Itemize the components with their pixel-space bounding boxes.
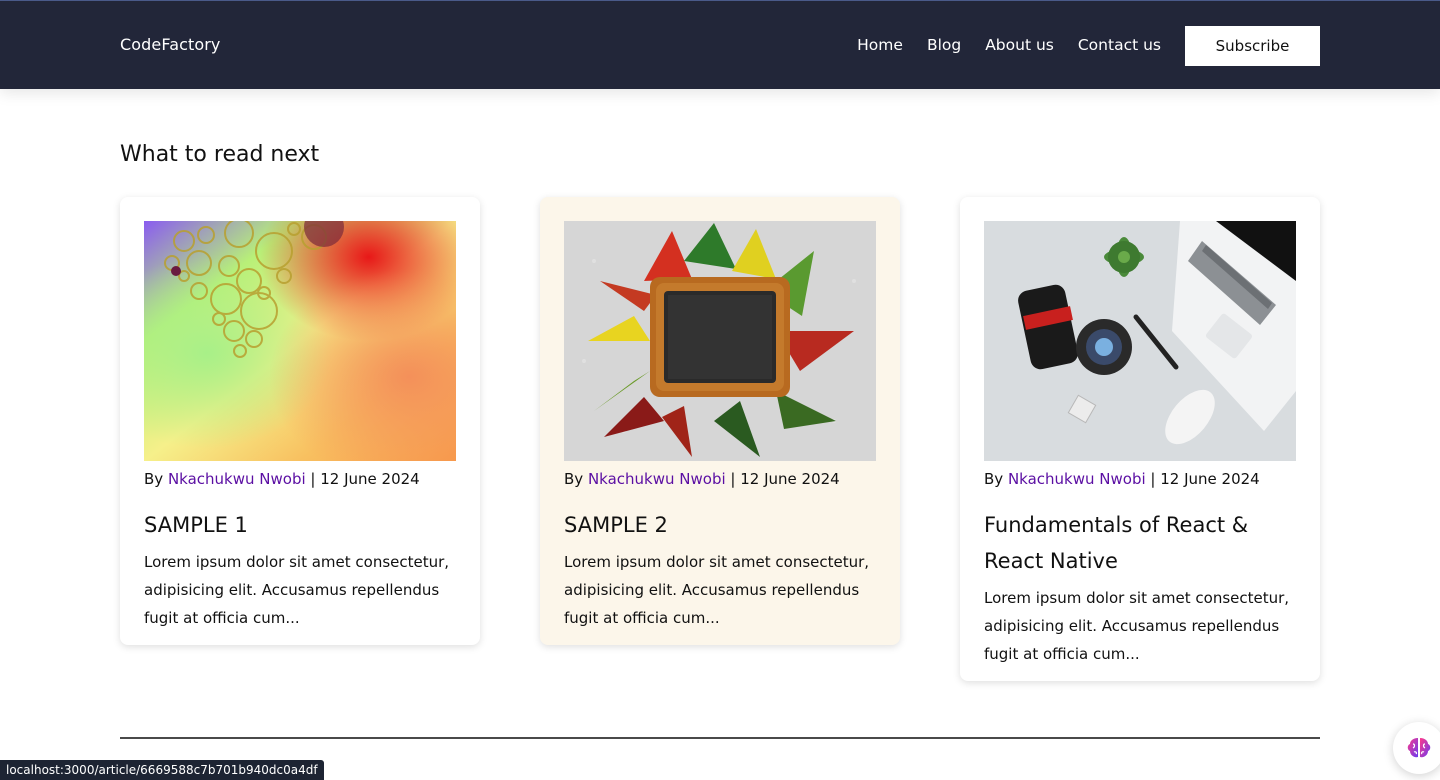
article-date-2: 12 June 2024 <box>740 470 840 488</box>
article-card-2[interactable]: By Nkachukwu Nwobi | 12 June 2024 SAMPLE… <box>540 197 900 645</box>
meta-by-label: By <box>984 470 1004 488</box>
article-date-1: 12 June 2024 <box>320 470 420 488</box>
nav-link-home[interactable]: Home <box>857 34 903 56</box>
top-navbar: CodeFactory Home Blog About us Contact u… <box>0 0 1440 89</box>
meta-by-label: By <box>564 470 584 488</box>
author-link-2[interactable]: Nkachukwu Nwobi <box>588 470 726 488</box>
article-title-1[interactable]: SAMPLE 1 <box>144 507 456 543</box>
author-link-1[interactable]: Nkachukwu Nwobi <box>168 470 306 488</box>
section-title: What to read next <box>120 142 320 167</box>
article-excerpt-1: Lorem ipsum dolor sit amet consectetur, … <box>144 553 450 627</box>
article-meta-2: By Nkachukwu Nwobi | 12 June 2024 <box>564 470 876 488</box>
article-thumbnail-3[interactable] <box>984 221 1296 461</box>
article-date-3: 12 June 2024 <box>1160 470 1260 488</box>
nav-link-blog[interactable]: Blog <box>927 34 961 56</box>
brain-icon <box>1407 738 1431 758</box>
meta-separator: | <box>730 470 736 488</box>
article-title-3[interactable]: Fundamentals of React & React Native <box>984 507 1296 579</box>
section-divider <box>120 737 1320 739</box>
article-thumbnail-2[interactable] <box>564 221 876 461</box>
subscribe-button[interactable]: Subscribe <box>1185 26 1320 66</box>
article-excerpt-2: Lorem ipsum dolor sit amet consectetur, … <box>564 553 870 627</box>
nav-link-about-us[interactable]: About us <box>985 34 1054 56</box>
article-meta-3: By Nkachukwu Nwobi | 12 June 2024 <box>984 470 1296 488</box>
nav-link-contact-us[interactable]: Contact us <box>1078 34 1161 56</box>
article-title-2[interactable]: SAMPLE 2 <box>564 507 876 543</box>
meta-by-label: By <box>144 470 164 488</box>
nav-links: Home Blog About us Contact us <box>857 34 1161 56</box>
brand-logo-link[interactable]: CodeFactory <box>120 34 221 56</box>
assistant-floating-button[interactable] <box>1393 722 1440 774</box>
meta-separator: | <box>310 470 316 488</box>
author-link-3[interactable]: Nkachukwu Nwobi <box>1008 470 1146 488</box>
article-meta-1: By Nkachukwu Nwobi | 12 June 2024 <box>144 470 456 488</box>
article-excerpt-3: Lorem ipsum dolor sit amet consectetur, … <box>984 589 1290 663</box>
article-thumbnail-1[interactable] <box>144 221 456 461</box>
article-card-3[interactable]: By Nkachukwu Nwobi | 12 June 2024 Fundam… <box>960 197 1320 681</box>
meta-separator: | <box>1150 470 1156 488</box>
browser-status-url: localhost:3000/article/6669588c7b701b940… <box>0 760 324 780</box>
article-card-1[interactable]: By Nkachukwu Nwobi | 12 June 2024 SAMPLE… <box>120 197 480 645</box>
